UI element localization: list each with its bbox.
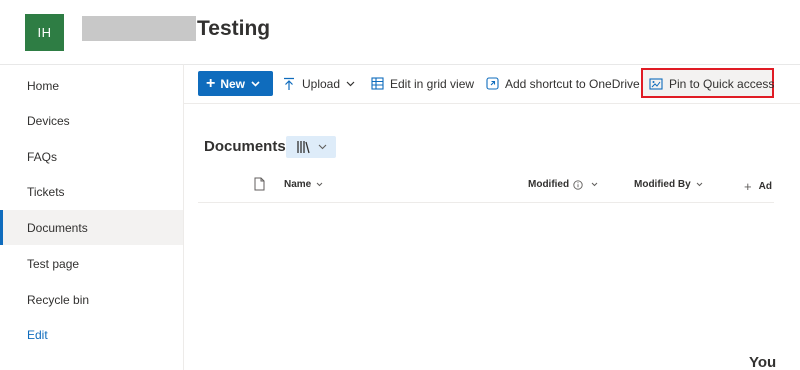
file-icon[interactable]	[254, 177, 265, 191]
add-column-button[interactable]: + Ad	[744, 179, 772, 194]
nav-item-tickets[interactable]: Tickets	[0, 174, 183, 209]
column-modified-by[interactable]: Modified By	[634, 179, 703, 190]
command-bar: + New Upload Edit in grid view Add short…	[184, 64, 800, 104]
chevron-down-icon	[316, 182, 323, 187]
pin-to-quick-access-button[interactable]: Pin to Quick access	[649, 71, 774, 96]
column-name[interactable]: Name	[284, 179, 323, 190]
nav-item-devices[interactable]: Devices	[0, 103, 183, 138]
library-title: Documents	[204, 138, 286, 155]
chevron-down-icon	[251, 80, 260, 87]
chevron-down-icon	[346, 81, 355, 86]
left-navigation: Home Devices FAQs Tickets Documents Test…	[0, 64, 184, 370]
pin-label: Pin to Quick access	[669, 76, 775, 91]
nav-item-home[interactable]: Home	[0, 68, 183, 103]
new-button-label: New	[220, 76, 246, 91]
column-name-label: Name	[284, 179, 312, 190]
add-column-label: Ad	[758, 181, 772, 192]
nav-item-faqs[interactable]: FAQs	[0, 139, 183, 174]
add-shortcut-button[interactable]: Add shortcut to OneDrive	[485, 71, 640, 96]
chevron-down-icon	[696, 182, 703, 187]
site-title[interactable]: Testing	[197, 16, 270, 42]
library-view-icon	[296, 141, 310, 154]
new-button[interactable]: + New	[198, 71, 273, 96]
upload-label: Upload	[302, 76, 341, 91]
site-header: IH Testing	[0, 0, 800, 64]
chevron-down-icon	[318, 144, 326, 150]
plus-icon: +	[744, 179, 752, 194]
plus-icon: +	[206, 74, 216, 92]
shortcut-label: Add shortcut to OneDrive	[505, 76, 640, 91]
column-header-row: Name Modified Modified By + Ad	[198, 170, 774, 203]
view-switcher[interactable]	[286, 136, 336, 158]
site-logo[interactable]: IH	[25, 14, 64, 51]
grid-label: Edit in grid view	[390, 76, 475, 91]
info-icon	[573, 179, 583, 190]
nav-item-recycle-bin[interactable]: Recycle bin	[0, 282, 183, 317]
upload-icon	[282, 77, 296, 91]
nav-item-test-page[interactable]: Test page	[0, 246, 183, 281]
partial-text: You	[749, 354, 777, 370]
nav-edit-link[interactable]: Edit	[0, 317, 183, 352]
pin-icon	[649, 77, 663, 91]
column-modified-label: Modified	[528, 179, 570, 190]
upload-button[interactable]: Upload	[282, 71, 355, 96]
edit-in-grid-view-button[interactable]: Edit in grid view	[370, 71, 474, 96]
nav-item-documents[interactable]: Documents	[0, 210, 183, 245]
chevron-down-icon	[591, 182, 598, 187]
redacted-site-name	[82, 16, 196, 41]
column-modified-by-label: Modified By	[634, 179, 691, 190]
column-modified[interactable]: Modified	[528, 179, 598, 190]
grid-icon	[370, 77, 384, 91]
shortcut-icon	[485, 77, 499, 91]
